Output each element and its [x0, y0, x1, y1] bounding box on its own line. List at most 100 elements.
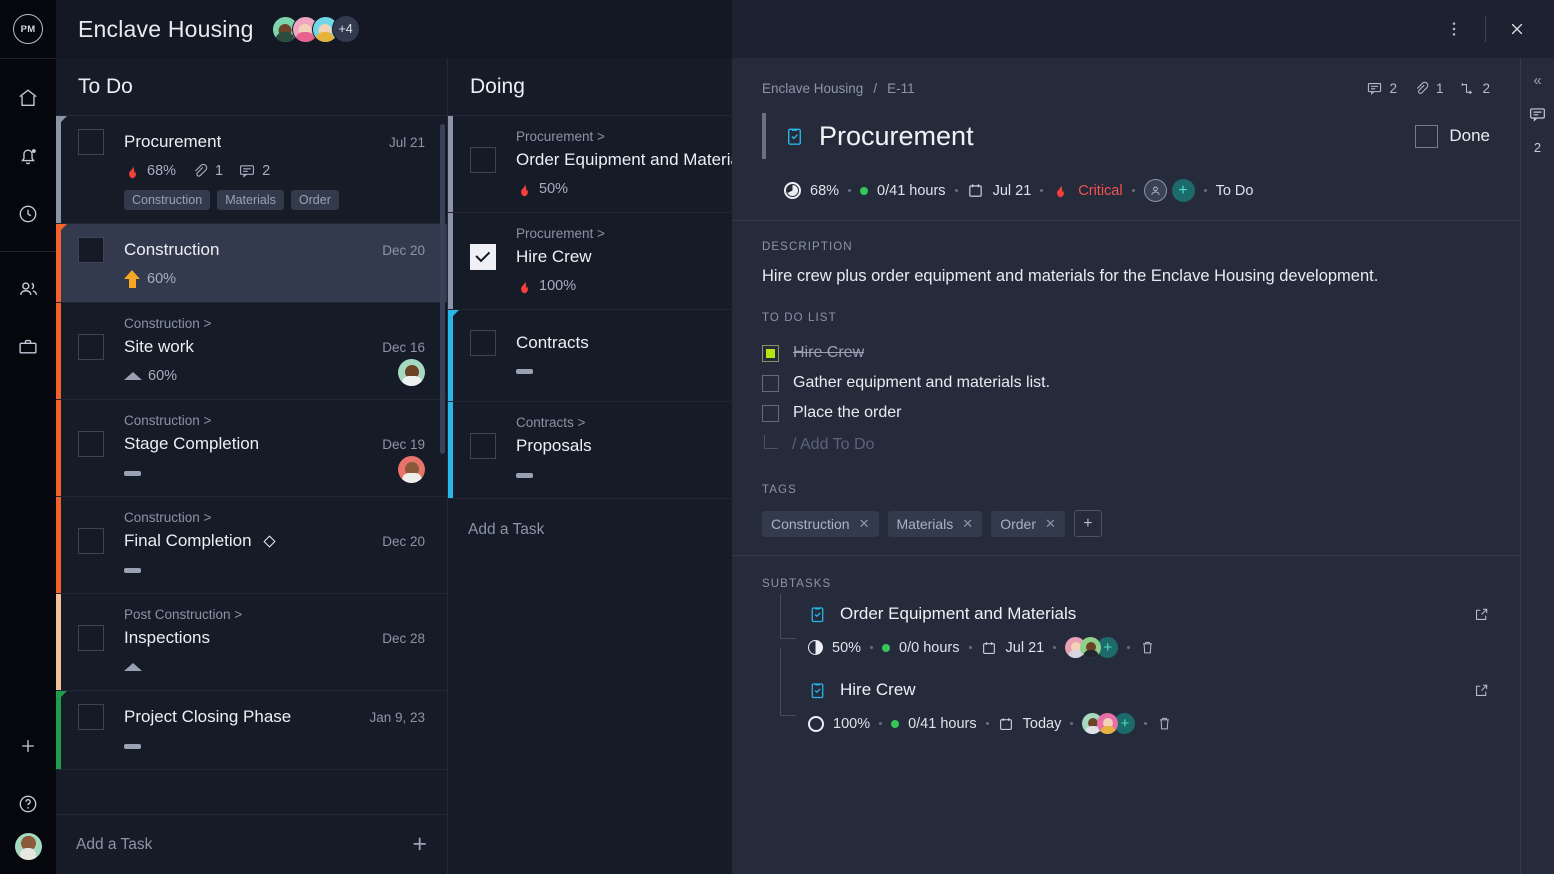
- collapse-panel-icon[interactable]: «: [1533, 72, 1541, 89]
- tag-remove-icon[interactable]: ✕: [859, 516, 870, 532]
- tag-chip[interactable]: Materials ✕: [887, 510, 983, 537]
- todo-item[interactable]: Hire Crew: [762, 338, 1490, 368]
- assignee-avatar[interactable]: [398, 359, 425, 386]
- add-task-label: Add a Task: [76, 835, 153, 853]
- column-cards: Procurement Jul 21 68% 1 2 Construction …: [56, 116, 447, 814]
- plus-icon[interactable]: +: [412, 832, 427, 857]
- todo-item[interactable]: Place the order: [762, 398, 1490, 428]
- tag-chip[interactable]: Construction: [124, 190, 211, 210]
- task-checkbox[interactable]: [470, 433, 496, 459]
- description-text[interactable]: Hire crew plus order equipment and mater…: [762, 267, 1490, 286]
- add-tag-button[interactable]: +: [1073, 510, 1102, 537]
- priority-none-icon: [124, 567, 141, 573]
- milestone-diamond-icon: [262, 534, 276, 548]
- hours-value[interactable]: 0/41 hours: [877, 183, 946, 199]
- task-checkbox[interactable]: [78, 129, 104, 155]
- close-icon[interactable]: [1500, 12, 1534, 46]
- column-scrollbar[interactable]: [440, 124, 445, 454]
- tag-chip[interactable]: Order: [290, 190, 339, 210]
- assignee-placeholder-icon[interactable]: [1143, 179, 1167, 202]
- more-options-icon[interactable]: [1437, 12, 1471, 46]
- todo-checkbox[interactable]: [762, 404, 779, 422]
- column-title: To Do: [78, 74, 133, 98]
- people-icon[interactable]: [0, 260, 56, 318]
- todo-item[interactable]: Gather equipment and materials list.: [762, 368, 1490, 398]
- status-value[interactable]: To Do: [1216, 183, 1254, 199]
- priority-value[interactable]: Critical: [1078, 183, 1122, 199]
- comment-value: 2: [262, 163, 271, 179]
- task-checkbox[interactable]: [78, 528, 104, 554]
- todo-checkbox[interactable]: [762, 374, 779, 392]
- task-name: Procurement: [124, 132, 222, 151]
- card-color-strip: [448, 116, 453, 212]
- tag-chip[interactable]: Materials: [217, 190, 284, 210]
- open-subtask-icon[interactable]: [1473, 606, 1490, 623]
- due-date-value[interactable]: Jul 21: [1006, 640, 1045, 656]
- done-checkbox[interactable]: [1415, 124, 1439, 148]
- clock-icon[interactable]: [0, 185, 56, 243]
- task-checkbox[interactable]: [470, 329, 496, 356]
- progress-value: 100%: [833, 715, 871, 732]
- task-card[interactable]: Construction > Site work Dec 16 60%: [56, 303, 447, 400]
- comment-count[interactable]: 2: [1366, 80, 1397, 97]
- add-task-row[interactable]: Add a Task +: [56, 814, 447, 874]
- delete-subtask-icon[interactable]: [1139, 639, 1156, 656]
- task-card[interactable]: Construction > Stage Completion Dec 19: [56, 400, 447, 497]
- breadcrumb-task-id[interactable]: E-11: [887, 81, 915, 96]
- subtask-meta-row: 50% 0/0 hours Jul 21 +: [808, 637, 1490, 658]
- task-checkbox[interactable]: [78, 237, 104, 263]
- hours-value[interactable]: 0/0 hours: [899, 640, 959, 656]
- bell-icon[interactable]: [0, 127, 56, 185]
- app-logo[interactable]: PM: [0, 0, 56, 58]
- tag-remove-icon[interactable]: ✕: [962, 516, 973, 532]
- delete-subtask-icon[interactable]: [1156, 715, 1173, 732]
- task-card[interactable]: Construction Dec 20 60%: [56, 224, 447, 303]
- add-task-label: Add a Task: [468, 521, 545, 538]
- attachment-count[interactable]: 1: [1413, 80, 1443, 97]
- task-checkbox[interactable]: [78, 704, 104, 730]
- dependency-count[interactable]: 2: [1459, 80, 1490, 97]
- task-due-date: Dec 19: [382, 436, 425, 452]
- progress-ring-icon: [808, 640, 823, 655]
- breadcrumb-project[interactable]: Enclave Housing: [762, 81, 863, 96]
- task-checkbox[interactable]: [78, 431, 104, 457]
- priority-none-icon: [124, 470, 141, 476]
- subtask-item[interactable]: Order Equipment and Materials 50% 0/0 ho…: [762, 594, 1490, 658]
- task-card[interactable]: Construction > Final Completion Dec 20: [56, 497, 447, 594]
- tag-chip[interactable]: Construction ✕: [762, 510, 879, 537]
- task-card[interactable]: Procurement Jul 21 68% 1 2 Construction …: [56, 116, 447, 224]
- subtask-item[interactable]: Hire Crew 100% 0/41 hours Today +: [762, 648, 1490, 734]
- task-checkbox[interactable]: [78, 334, 104, 360]
- task-card[interactable]: Project Closing Phase Jan 9, 23: [56, 691, 447, 770]
- comments-count: 2: [1533, 140, 1542, 155]
- done-toggle[interactable]: Done: [1415, 124, 1490, 148]
- assignee-avatar[interactable]: [398, 456, 425, 483]
- task-checkbox[interactable]: [470, 147, 496, 173]
- task-card[interactable]: Post Construction > Inspections Dec 28: [56, 594, 447, 691]
- hours-value[interactable]: 0/41 hours: [908, 716, 977, 732]
- todo-text: Place the order: [793, 404, 902, 421]
- add-todo-row[interactable]: / Add To Do: [764, 428, 1490, 462]
- subtask-assignees[interactable]: +: [1065, 637, 1119, 658]
- todo-checkbox[interactable]: [762, 344, 779, 362]
- tag-remove-icon[interactable]: ✕: [1045, 516, 1056, 532]
- task-checkbox[interactable]: [470, 244, 496, 270]
- home-icon[interactable]: [0, 69, 56, 127]
- open-subtask-icon[interactable]: [1473, 682, 1490, 699]
- subtask-assignees[interactable]: +: [1082, 713, 1136, 734]
- comments-icon[interactable]: [1528, 105, 1547, 124]
- due-date-value[interactable]: Today: [1023, 716, 1062, 732]
- tag-chip[interactable]: Order ✕: [991, 510, 1065, 537]
- avatar-overflow[interactable]: +4: [331, 15, 360, 43]
- user-avatar[interactable]: [14, 833, 42, 860]
- detail-header: Enclave Housing / E-11 2 1 2 Procurement…: [732, 58, 1520, 220]
- add-icon[interactable]: [0, 717, 56, 775]
- add-assignee-button[interactable]: +: [1171, 179, 1195, 202]
- arrow-up-icon: [124, 270, 141, 288]
- briefcase-icon[interactable]: [0, 318, 56, 376]
- member-avatars[interactable]: +4: [271, 15, 360, 43]
- task-checkbox[interactable]: [78, 625, 104, 651]
- title-accent-bar: [762, 113, 766, 159]
- due-date-value[interactable]: Jul 21: [993, 183, 1032, 199]
- help-icon[interactable]: [0, 775, 56, 833]
